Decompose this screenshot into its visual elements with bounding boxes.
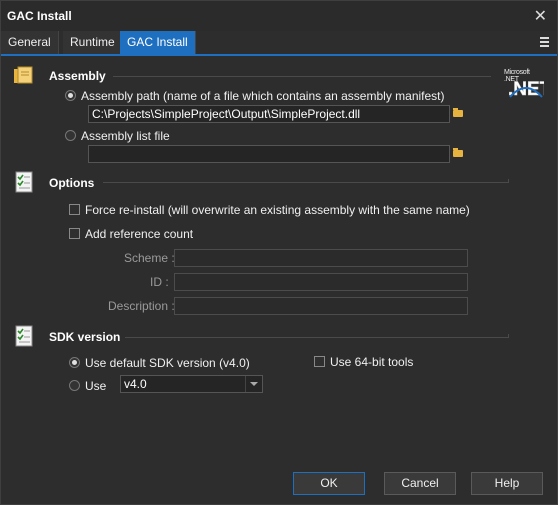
dotnet-logo: Microsoft .NET .NET [504, 69, 546, 101]
checklist-icon [15, 171, 33, 193]
checklist-icon [15, 325, 33, 347]
assembly-path-label: Assembly path (name of a file which cont… [81, 89, 445, 103]
description-label: Description : [108, 299, 175, 313]
tab-bar: General Runtime GAC Install [1, 31, 557, 56]
assembly-path-radio[interactable] [65, 90, 76, 101]
assembly-list-field[interactable] [88, 145, 450, 163]
ok-button[interactable]: OK [293, 472, 365, 495]
gac-install-dialog: GAC Install ✕ General Runtime GAC Instal… [0, 0, 558, 505]
divider [113, 76, 491, 77]
browse-assembly-list-button[interactable] [450, 145, 468, 163]
help-button[interactable]: Help [471, 472, 543, 495]
use-sdk-radio[interactable] [69, 380, 80, 391]
browse-assembly-path-button[interactable] [450, 105, 468, 123]
menu-icon[interactable] [540, 37, 549, 47]
tab-general[interactable]: General [1, 31, 59, 54]
cancel-button[interactable]: Cancel [384, 472, 456, 495]
folder-open-icon [453, 148, 463, 157]
title-bar: GAC Install ✕ [1, 1, 557, 31]
combo-divider [245, 376, 246, 392]
folder-icon [14, 66, 33, 84]
sdk-heading: SDK version [49, 330, 121, 344]
assembly-heading: Assembly [49, 69, 106, 83]
close-icon[interactable]: ✕ [534, 6, 547, 26]
chevron-down-icon[interactable] [250, 382, 258, 386]
use64-label: Use 64-bit tools [330, 355, 414, 369]
force-reinstall-checkbox[interactable] [69, 204, 80, 215]
divider-end [508, 179, 509, 183]
scheme-label: Scheme : [124, 251, 175, 265]
default-sdk-label: Use default SDK version (v4.0) [85, 356, 250, 370]
tab-runtime[interactable]: Runtime [63, 31, 123, 54]
use64-checkbox[interactable] [314, 356, 325, 367]
scheme-field[interactable] [174, 249, 468, 267]
id-field[interactable] [174, 273, 468, 291]
use-sdk-label: Use [85, 379, 107, 393]
tab-gac-install[interactable]: GAC Install [120, 31, 196, 54]
divider [125, 337, 508, 338]
sdk-version-value: v4.0 [124, 377, 147, 391]
sdk-version-select[interactable]: v4.0 [120, 375, 263, 393]
description-field[interactable] [174, 297, 468, 315]
assembly-path-field[interactable]: C:\Projects\SimpleProject\Output\SimpleP… [88, 105, 450, 123]
options-heading: Options [49, 176, 95, 190]
default-sdk-radio[interactable] [69, 357, 80, 368]
force-reinstall-label: Force re-install (will overwrite an exis… [85, 203, 470, 217]
assembly-list-label: Assembly list file [81, 129, 170, 143]
divider-end [508, 334, 509, 338]
id-label: ID : [150, 275, 169, 289]
assembly-list-radio[interactable] [65, 130, 76, 141]
window-title: GAC Install [7, 9, 72, 23]
add-reference-label: Add reference count [85, 227, 194, 241]
folder-open-icon [453, 108, 463, 117]
add-reference-checkbox[interactable] [69, 228, 80, 239]
divider [103, 182, 508, 183]
